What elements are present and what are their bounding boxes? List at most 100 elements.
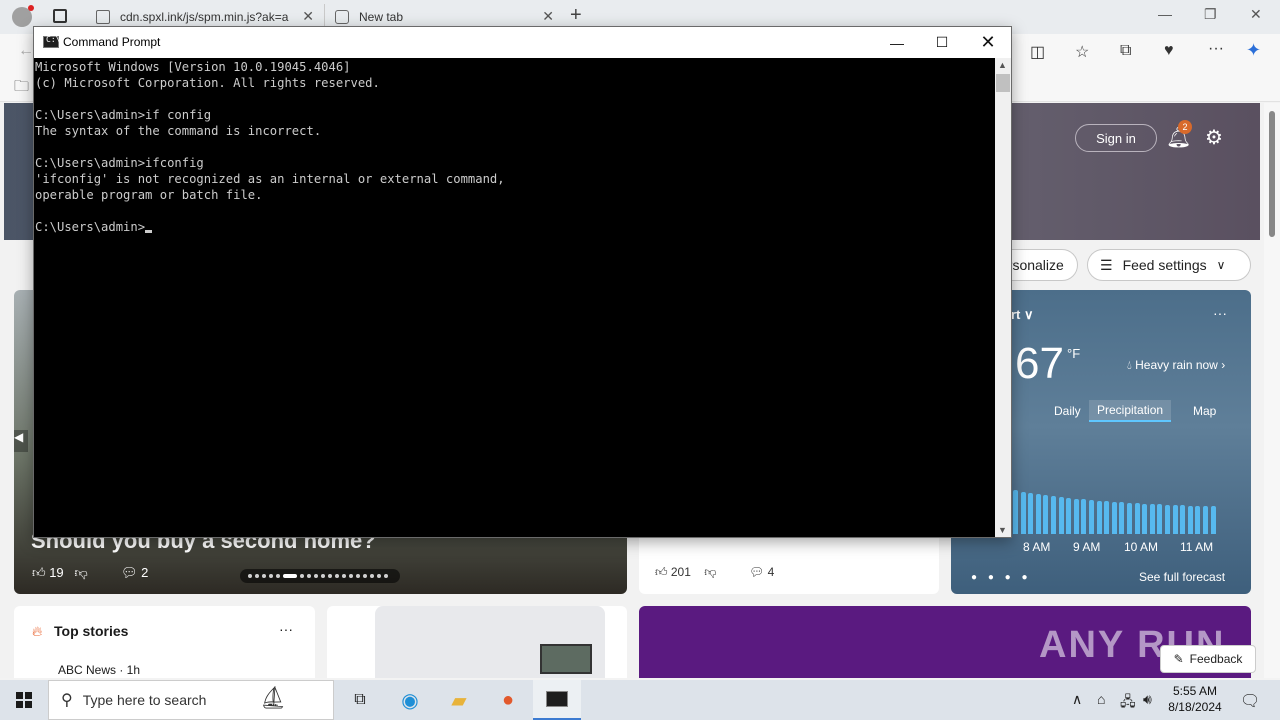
clock-time: 5:55 AM [1172, 684, 1218, 698]
precipitation-bar [1127, 503, 1132, 534]
device-icon[interactable]: ⌂ [1097, 691, 1105, 707]
tab-label: New tab [359, 10, 404, 24]
cmd-scrollbar[interactable]: ▲ ▼ [995, 58, 1011, 537]
sign-in-button[interactable]: Sign in [1075, 124, 1157, 152]
tab-actions-icon[interactable] [53, 9, 67, 23]
carousel-dot[interactable] [276, 574, 280, 578]
split-screen-icon[interactable]: ◫ [1030, 42, 1045, 62]
weather-location[interactable]: rt ∨ [1011, 307, 1034, 323]
precipitation-bar [1073, 499, 1079, 534]
carousel-dot[interactable] [307, 574, 311, 578]
cmd-app-icon: C:\ [43, 35, 60, 48]
command-prompt-taskbar-icon[interactable] [533, 680, 581, 720]
browser-restore-icon[interactable]: ❐ [1204, 6, 1217, 23]
precipitation-bar [1013, 490, 1018, 534]
more-options-icon[interactable]: ··· [279, 621, 293, 637]
browser-close-icon[interactable]: ✕ [1250, 6, 1262, 23]
volume-icon[interactable]: 🔊︎ [1143, 691, 1152, 708]
scroll-down-icon[interactable]: ▼ [998, 525, 1007, 535]
maximize-icon[interactable]: ☐ [919, 27, 965, 58]
see-full-forecast-link[interactable]: See full forecast [1139, 570, 1225, 584]
prompt-text: C:\Users\admin> [35, 220, 146, 234]
carousel-dot[interactable] [356, 574, 360, 578]
carousel-dot[interactable] [314, 574, 318, 578]
notifications-icon[interactable]: 🗨︎ [1240, 691, 1260, 711]
carousel-dot[interactable] [248, 574, 252, 578]
task-view-icon[interactable]: ⧉ [336, 680, 384, 720]
minimize-icon[interactable]: — [874, 27, 920, 58]
show-hidden-icons-chevron[interactable]: ∧ [1072, 691, 1082, 708]
precipitation-bar [1142, 504, 1148, 534]
like-button[interactable]: 👍︎ 19 👎︎ [32, 565, 88, 581]
carousel-dot[interactable] [262, 574, 266, 578]
search-icon: ⚲ [61, 692, 73, 709]
cmd-title-bar[interactable]: C:\ Command Prompt — ☐ ✕ [34, 27, 1011, 58]
favorites-folder-icon[interactable]: 🗀 [14, 76, 29, 101]
feed-settings-button[interactable]: ☰ Feed settings ∨ [1087, 249, 1251, 281]
like-button[interactable]: 👍︎ 201 👎︎ [655, 565, 716, 580]
weather-condition[interactable]: 💧︎ Heavy rain now › [1127, 358, 1225, 373]
weather-carousel-dots[interactable]: ● ● ● ● [971, 572, 1032, 583]
console-output[interactable]: Microsoft Windows [Version 10.0.19045.40… [34, 58, 995, 537]
settings-gear-icon[interactable]: ⚙ [1205, 125, 1223, 150]
carousel-dot[interactable] [377, 574, 381, 578]
carousel-prev-icon[interactable]: ◀ [14, 430, 28, 452]
carousel-dot[interactable] [321, 574, 325, 578]
command-prompt-window[interactable]: C:\ Command Prompt — ☐ ✕ Microsoft Windo… [33, 26, 1012, 538]
collections-icon[interactable]: ⧉ [1120, 42, 1131, 60]
feedback-button[interactable]: ✎ Feedback [1160, 645, 1256, 673]
performance-icon[interactable]: ♥ [1164, 42, 1174, 60]
comments-button[interactable]: 💬︎ 2 [121, 565, 148, 581]
precipitation-bar [1149, 504, 1155, 534]
carousel-dot[interactable] [342, 574, 346, 578]
precipitation-bar [1089, 500, 1094, 534]
close-tab-icon[interactable]: ✕ [302, 8, 314, 25]
console-line: Microsoft Windows [Version 10.0.19045.40… [35, 60, 351, 74]
page-scrollbar[interactable] [1264, 103, 1280, 678]
carousel-dot[interactable] [349, 574, 353, 578]
precipitation-bar [1180, 505, 1186, 534]
carousel-dot[interactable] [300, 574, 304, 578]
scrollbar-thumb[interactable] [996, 74, 1010, 92]
carousel-dot[interactable] [384, 574, 388, 578]
comments-button[interactable]: 💬︎ 4 [749, 565, 774, 579]
comment-count: 2 [141, 565, 149, 580]
precipitation-bar [1111, 502, 1117, 534]
carousel-dot[interactable] [269, 574, 273, 578]
back-icon[interactable]: ← [18, 42, 34, 60]
carousel-dot[interactable] [370, 574, 374, 578]
file-explorer-icon[interactable]: ▰ [435, 680, 483, 720]
carousel-dot[interactable] [363, 574, 367, 578]
carousel-dot[interactable] [328, 574, 332, 578]
carousel-dot[interactable] [255, 574, 259, 578]
carousel-dot[interactable] [335, 574, 339, 578]
weather-tab-precipitation[interactable]: Precipitation [1089, 400, 1172, 422]
time-label: 11 AM [1180, 540, 1214, 554]
precipitation-bar [1119, 502, 1125, 534]
network-icon[interactable]: 🖧︎ [1120, 691, 1136, 715]
close-icon[interactable]: ✕ [965, 27, 1011, 58]
browser-minimize-icon[interactable]: — [1158, 6, 1172, 22]
taskbar-search-box[interactable]: ⚲ Type here to search ⛵︎ [48, 680, 334, 720]
new-tab-button[interactable]: + [570, 4, 582, 27]
scrollbar-thumb[interactable] [1269, 111, 1275, 237]
close-tab-icon[interactable]: ✕ [542, 8, 554, 25]
carousel-dot[interactable] [283, 574, 297, 578]
image-news-card[interactable] [327, 606, 627, 678]
scroll-up-icon[interactable]: ▲ [998, 60, 1007, 70]
favorites-star-icon[interactable]: ☆ [1075, 42, 1089, 62]
carousel-indicator[interactable] [240, 569, 400, 583]
prompt-line[interactable]: C:\Users\admin> [35, 219, 995, 235]
story-source[interactable]: ABC News · 1h [58, 663, 140, 677]
system-clock[interactable]: 5:55 AM 8/18/2024 [1160, 683, 1230, 715]
firefox-icon[interactable]: ● [484, 680, 532, 720]
copilot-icon[interactable]: ✦ [1246, 40, 1261, 61]
more-menu-icon[interactable]: ··· [1208, 40, 1224, 58]
weather-tab-daily[interactable]: Daily [1046, 400, 1089, 422]
console-line: (c) Microsoft Corporation. All rights re… [35, 76, 380, 90]
weather-tab-map[interactable]: Map [1185, 400, 1224, 422]
console-line: C:\Users\admin>ifconfig [35, 156, 204, 170]
start-button[interactable] [0, 680, 48, 720]
edge-browser-icon[interactable]: ◉ [386, 680, 434, 720]
more-options-icon[interactable]: ··· [1213, 305, 1227, 321]
